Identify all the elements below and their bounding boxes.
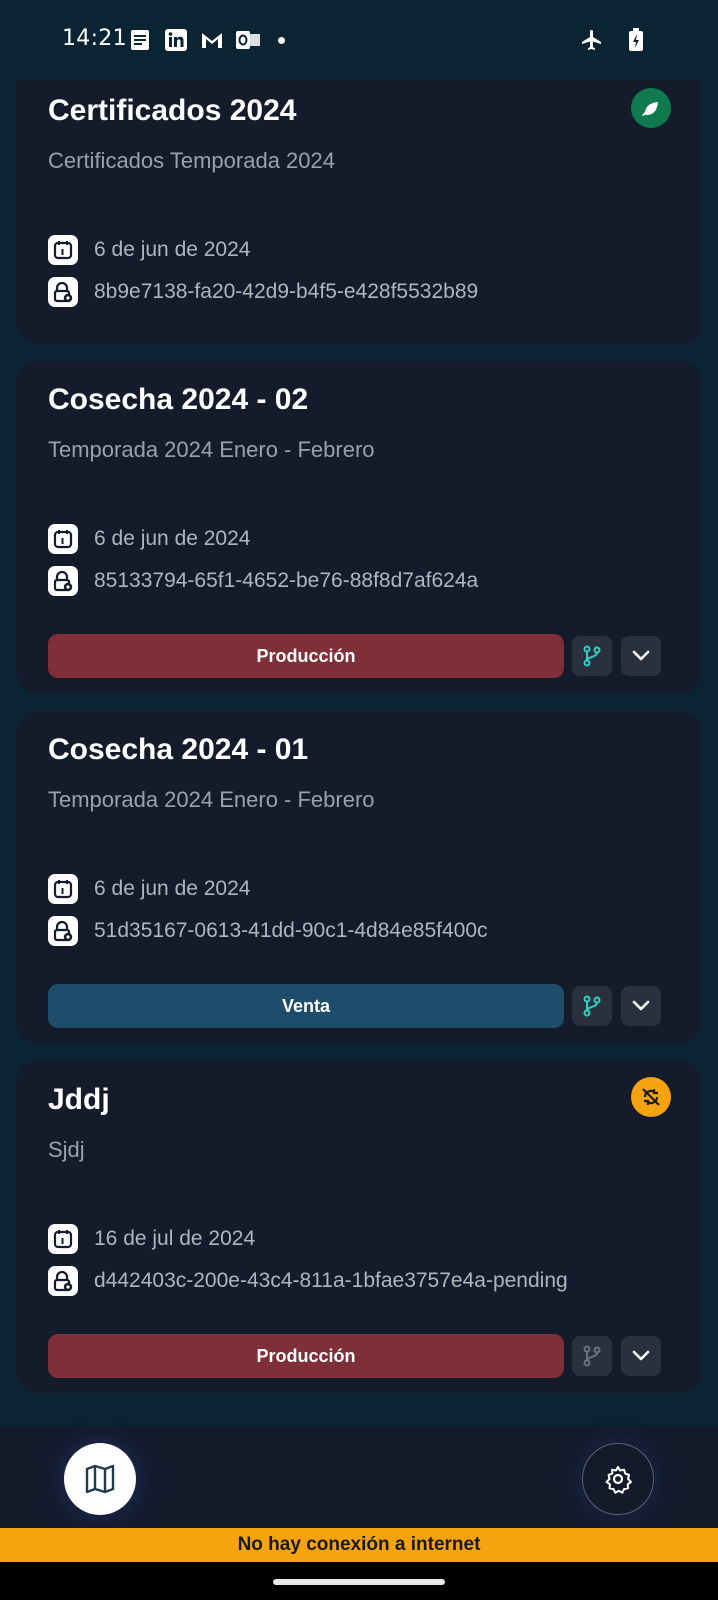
map-icon	[85, 1464, 115, 1494]
card-subtitle: Sjdj	[48, 1137, 85, 1162]
system-icons	[580, 28, 648, 52]
airplane-mode-icon	[580, 28, 604, 52]
gesture-bar	[0, 1562, 718, 1600]
project-card[interactable]: Certificados 2024 Certificados Temporada…	[16, 80, 702, 344]
expand-button[interactable]	[621, 1336, 661, 1376]
branch-icon	[583, 1345, 601, 1367]
branch-button[interactable]	[572, 1336, 612, 1376]
gear-icon	[605, 1466, 632, 1494]
branch-button[interactable]	[572, 636, 612, 676]
card-id: 51d35167-0613-41dd-90c1-4d84e85f400c	[94, 919, 488, 942]
project-card[interactable]: Cosecha 2024 - 02 Temporada 2024 Enero -…	[16, 361, 702, 693]
notification-icons	[128, 28, 285, 52]
chevron-down-icon	[632, 650, 650, 661]
app-screen: 14:21 Certificados 2024 Certificados Tem…	[0, 0, 718, 1600]
branch-button[interactable]	[572, 986, 612, 1026]
linkedin-icon	[164, 28, 188, 52]
status-bar: 14:21	[0, 0, 718, 80]
card-title: Cosecha 2024 - 01	[48, 733, 309, 766]
card-actions: Venta	[48, 984, 661, 1028]
id-row: d442403c-200e-43c4-811a-1bfae3757e4a-pen…	[48, 1266, 568, 1296]
production-button[interactable]: Producción	[48, 634, 564, 678]
expand-button[interactable]	[621, 986, 661, 1026]
chevron-down-icon	[632, 1000, 650, 1011]
id-row: 51d35167-0613-41dd-90c1-4d84e85f400c	[48, 916, 488, 946]
card-subtitle: Temporada 2024 Enero - Febrero	[48, 787, 375, 812]
lock-icon	[48, 916, 78, 946]
project-card[interactable]: Cosecha 2024 - 01 Temporada 2024 Enero -…	[16, 711, 702, 1043]
branch-icon	[583, 645, 601, 667]
card-date: 6 de jun de 2024	[94, 238, 251, 261]
card-id: 8b9e7138-fa20-42d9-b4f5-e428f5532b89	[94, 280, 479, 303]
card-id: 85133794-65f1-4652-be76-88f8d7af624a	[94, 569, 479, 592]
card-subtitle: Temporada 2024 Enero - Febrero	[48, 437, 375, 462]
card-actions: Producción	[48, 1334, 661, 1378]
id-row: 8b9e7138-fa20-42d9-b4f5-e428f5532b89	[48, 277, 478, 307]
battery-charging-icon	[624, 28, 648, 52]
card-date: 16 de jul de 2024	[94, 1227, 256, 1250]
lock-icon	[48, 1266, 78, 1296]
map-button[interactable]	[64, 1443, 136, 1515]
chevron-down-icon	[632, 1350, 650, 1361]
card-date: 6 de jun de 2024	[94, 877, 251, 900]
sync-off-icon	[631, 1077, 671, 1117]
card-title: Certificados 2024	[48, 94, 297, 127]
calendar-icon	[48, 874, 78, 904]
notes-icon	[128, 28, 152, 52]
lock-icon	[48, 566, 78, 596]
card-title: Jddj	[48, 1083, 110, 1116]
project-card[interactable]: Jddj Sjdj 16 de jul de 2024 d442403c-200…	[16, 1061, 702, 1393]
card-actions: Producción	[48, 634, 661, 678]
card-id: d442403c-200e-43c4-811a-1bfae3757e4a-pen…	[94, 1269, 568, 1292]
branch-icon	[583, 995, 601, 1017]
card-date: 6 de jun de 2024	[94, 527, 251, 550]
card-subtitle: Certificados Temporada 2024	[48, 148, 335, 173]
production-button[interactable]: Producción	[48, 1334, 564, 1378]
calendar-icon	[48, 524, 78, 554]
gmail-icon	[200, 28, 224, 52]
leaf-icon	[631, 88, 671, 128]
date-row: 6 de jun de 2024	[48, 235, 250, 265]
notification-dot	[278, 36, 285, 44]
settings-button[interactable]	[582, 1443, 654, 1515]
lock-icon	[48, 277, 78, 307]
offline-banner: No hay conexión a internet	[0, 1528, 718, 1562]
date-row: 6 de jun de 2024	[48, 874, 250, 904]
expand-button[interactable]	[621, 636, 661, 676]
outlook-icon	[236, 28, 260, 52]
bottom-nav	[0, 1426, 718, 1528]
calendar-icon	[48, 235, 78, 265]
card-title: Cosecha 2024 - 02	[48, 383, 309, 416]
calendar-icon	[48, 1224, 78, 1254]
status-time: 14:21	[62, 26, 127, 51]
id-row: 85133794-65f1-4652-be76-88f8d7af624a	[48, 566, 478, 596]
home-handle[interactable]	[273, 1579, 445, 1585]
date-row: 16 de jul de 2024	[48, 1224, 255, 1254]
date-row: 6 de jun de 2024	[48, 524, 250, 554]
sale-button[interactable]: Venta	[48, 984, 564, 1028]
